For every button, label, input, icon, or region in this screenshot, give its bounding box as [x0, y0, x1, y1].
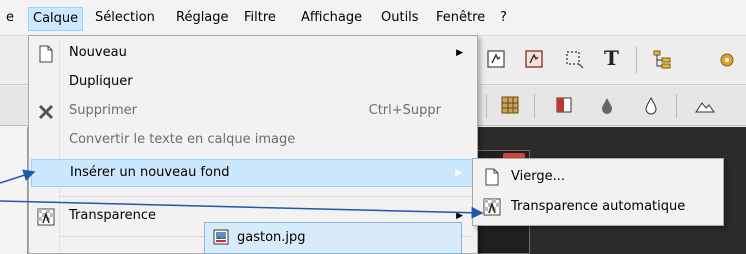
submenu-arrow-icon: ▶ [456, 48, 463, 58]
new-page-icon [39, 45, 53, 63]
menu-fenetre[interactable]: Fenêtre [432, 8, 489, 30]
delete-x-icon [38, 104, 54, 120]
transparency-icon [37, 208, 55, 226]
layer-icon[interactable] [524, 49, 546, 71]
menu-item-label: Convertir le texte en calque image [69, 132, 296, 147]
menu-reglage[interactable]: Réglage [172, 8, 233, 30]
menu-affichage[interactable]: Affichage [297, 8, 366, 30]
text-tool-icon[interactable]: T [604, 46, 619, 70]
contrast-icon[interactable] [554, 95, 576, 117]
menu-item-label: Transparence [69, 208, 157, 223]
submenu-arrow-icon: ▶ [455, 168, 462, 178]
menu-item-partial[interactable]: e [2, 8, 18, 30]
submenu-item-label: Vierge... [511, 169, 565, 184]
menu-item-supprimer[interactable]: Supprimer Ctrl+Suppr [31, 98, 475, 126]
menu-item-label: Supprimer [69, 103, 137, 118]
grid-icon[interactable] [500, 95, 522, 117]
menu-item-label: Dupliquer [69, 74, 133, 89]
menu-item-nouveau[interactable]: Nouveau ▶ [31, 40, 475, 68]
menu-item-dupliquer[interactable]: Dupliquer [31, 69, 475, 97]
drop-outline-icon[interactable] [640, 95, 662, 117]
submenu-item-vierge[interactable]: Vierge... [475, 163, 721, 191]
layers-tree-icon[interactable] [652, 49, 674, 71]
submenu-item-label: Transparence automatique [511, 199, 686, 214]
inserer-fond-submenu: Vierge... Transparence automatique [472, 158, 724, 226]
menu-item-inserer-fond[interactable]: Insérer un nouveau fond ▶ [31, 159, 475, 187]
menu-selection[interactable]: Sélection [91, 8, 159, 30]
menu-bar: e Calque Sélection Réglage Filtre Affich… [0, 0, 746, 36]
menu-separator [61, 196, 473, 197]
shortcut-label: Ctrl+Suppr [368, 103, 441, 118]
file-name: gaston.jpg [237, 230, 306, 245]
mountain-icon[interactable] [694, 95, 716, 117]
blank-page-icon [485, 168, 499, 186]
menu-calque[interactable]: Calque [28, 7, 84, 31]
menu-help[interactable]: ? [496, 8, 511, 30]
auto-transparency-icon [483, 198, 501, 216]
menu-item-label: Nouveau [69, 45, 127, 60]
rect-selection-icon[interactable] [564, 49, 586, 71]
menu-filtre[interactable]: Filtre [240, 8, 280, 30]
submenu-item-transparence-auto[interactable]: Transparence automatique [475, 193, 721, 221]
menu-item-label: Insérer un nouveau fond [70, 165, 230, 180]
drop-icon[interactable] [596, 95, 618, 117]
left-panel [0, 127, 28, 254]
effects-icon[interactable] [716, 49, 738, 71]
menu-outils[interactable]: Outils [377, 8, 423, 30]
menu-item-convertir[interactable]: Convertir le texte en calque image [31, 127, 475, 155]
image-file-icon [213, 229, 229, 245]
select-layer-icon[interactable] [486, 49, 508, 71]
file-popup[interactable]: gaston.jpg [204, 222, 462, 254]
